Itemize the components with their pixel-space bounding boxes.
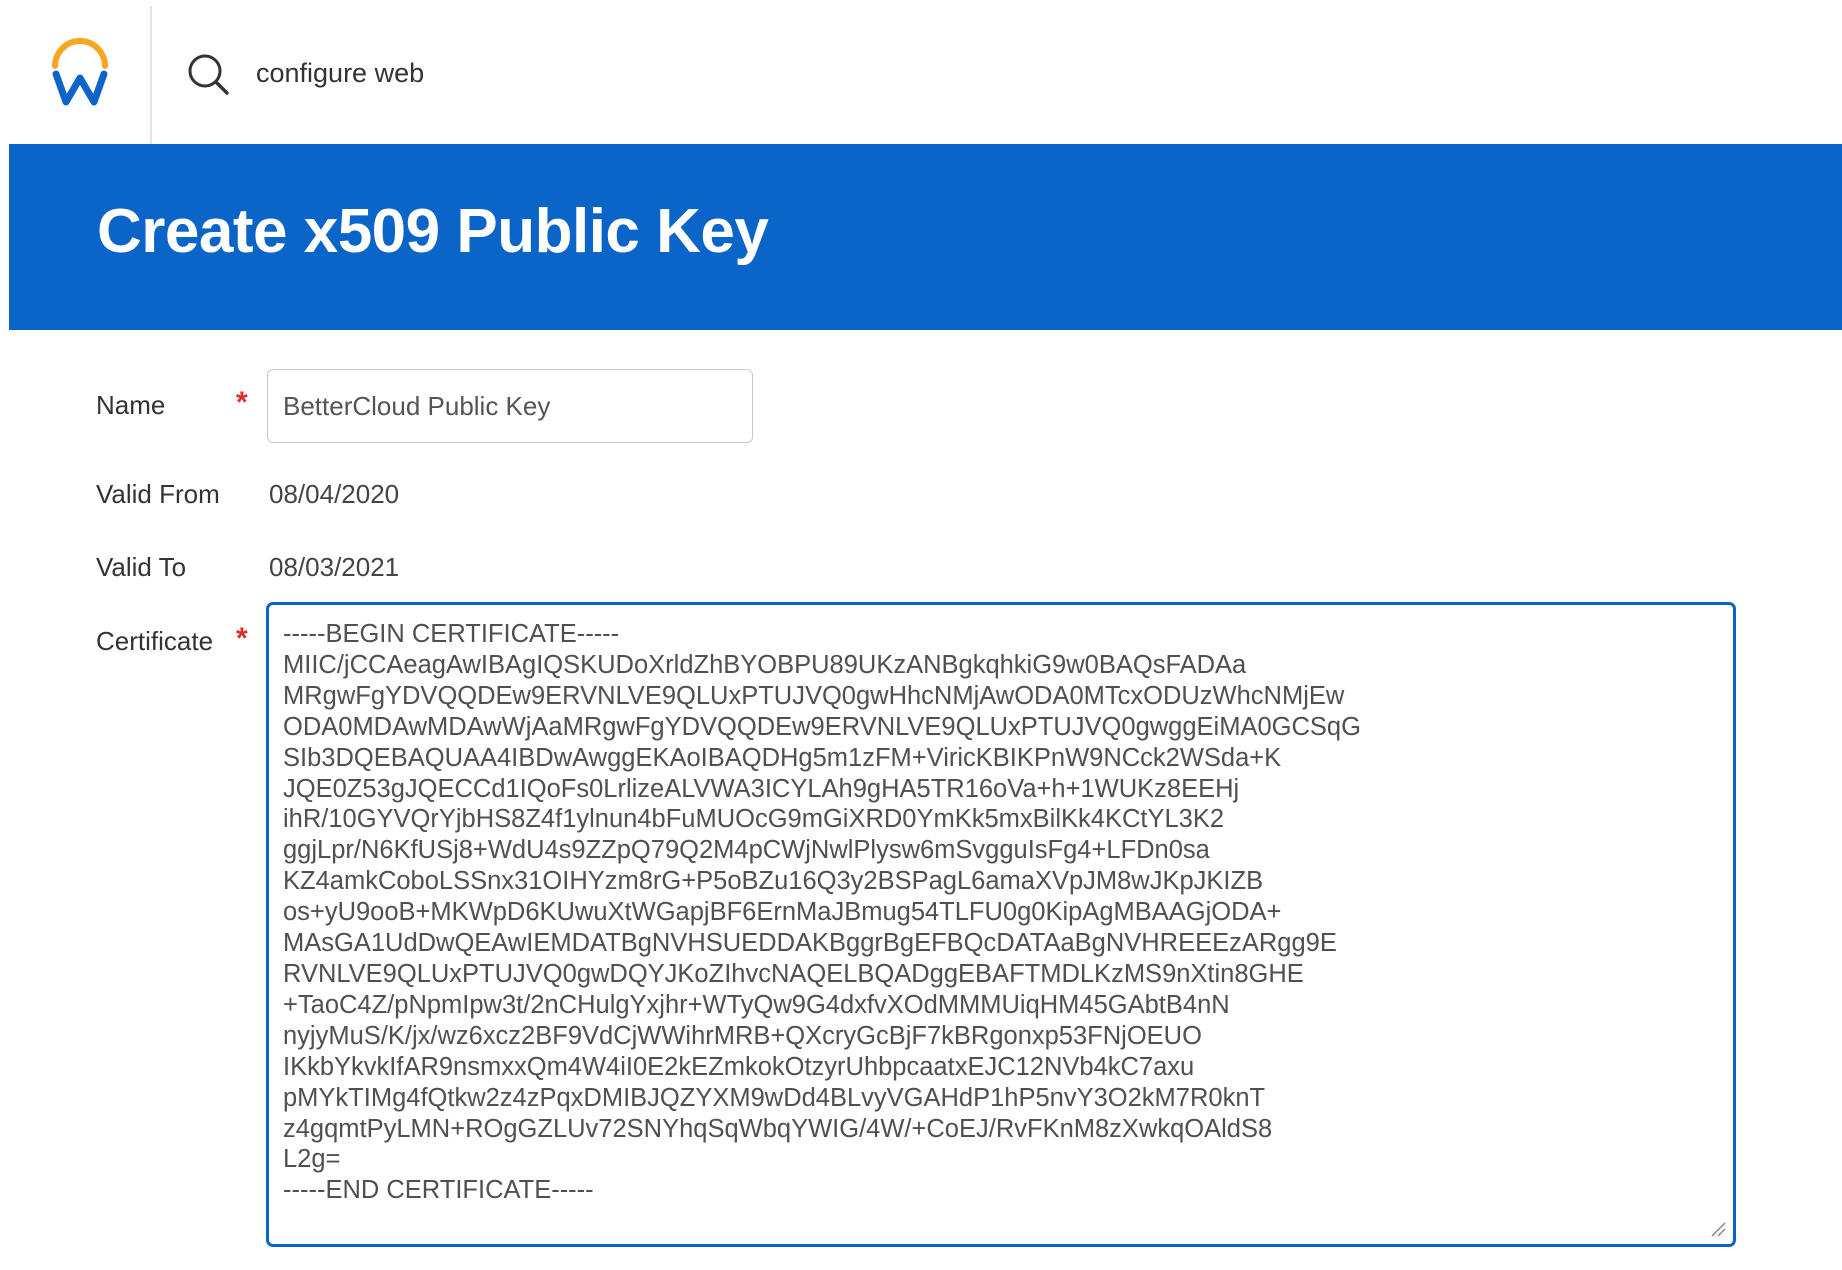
valid-from-value: 08/04/2020 xyxy=(269,479,400,509)
workday-logo-icon[interactable] xyxy=(44,38,116,110)
certificate-field: -----BEGIN CERTIFICATE----- MIIC/jCCAeag… xyxy=(266,602,1736,1247)
name-input[interactable] xyxy=(267,369,753,443)
top-bar-divider xyxy=(150,6,152,144)
top-bar xyxy=(0,0,1842,144)
page: Create x509 Public Key Name * Valid From… xyxy=(0,0,1842,1270)
certificate-label: Certificate xyxy=(96,626,214,656)
certificate-required-indicator: * xyxy=(236,622,248,655)
page-header: Create x509 Public Key xyxy=(9,144,1842,330)
name-label: Name xyxy=(96,390,166,420)
name-required-indicator: * xyxy=(236,386,248,419)
certificate-textarea[interactable]: -----BEGIN CERTIFICATE----- MIIC/jCCAeag… xyxy=(269,605,1733,1244)
valid-to-value: 08/03/2021 xyxy=(269,552,400,582)
search-input[interactable] xyxy=(252,50,960,96)
resize-handle-icon[interactable] xyxy=(1709,1220,1727,1238)
search-icon[interactable] xyxy=(186,52,230,96)
page-title: Create x509 Public Key xyxy=(97,197,769,266)
valid-from-label: Valid From xyxy=(96,479,220,509)
valid-to-label: Valid To xyxy=(96,552,187,582)
